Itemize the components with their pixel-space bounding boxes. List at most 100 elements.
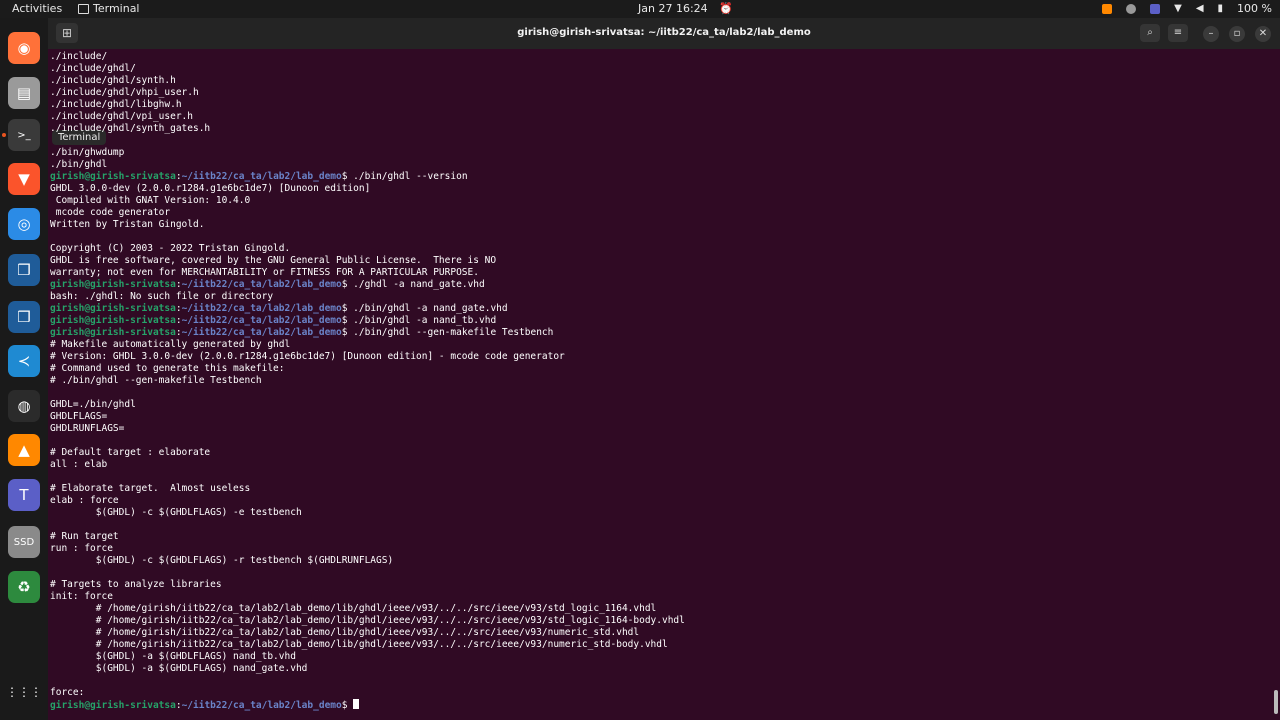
teams-tray-icon[interactable] — [1150, 3, 1161, 14]
maximize-icon: ▫ — [1233, 28, 1241, 39]
output-line: # Makefile automatically generated by gh… — [50, 339, 1272, 351]
show-apps-button[interactable]: ⋮⋮⋮ — [6, 676, 42, 708]
close-icon: ✕ — [1258, 28, 1268, 39]
output-line: ./include/ghdl/synth_gates.h — [50, 123, 1272, 135]
output-line: ./include/ghdl/vpi_user.h — [50, 111, 1272, 123]
clock-label: Jan 27 16:24 — [638, 2, 708, 15]
alarm-icon: ⏰ — [719, 2, 733, 15]
close-button[interactable]: ✕ — [1255, 26, 1271, 42]
system-tray[interactable]: ▼ ◀ ▮ 100 % — [1102, 2, 1272, 15]
output-text: GHDLRUNFLAGS= — [50, 423, 125, 434]
output-text: ./include/ghdl/vpi_user.h — [50, 111, 193, 122]
dock: ◉ ▤ >_ ▼ ◎ ❒ ❒ ≺ ◍ ▲ T SSD ♻ ⋮⋮⋮ — [0, 18, 48, 720]
output-line: # Version: GHDL 3.0.0-dev (2.0.0.r1284.g… — [50, 351, 1272, 363]
dock-vscode-button[interactable]: ≺ — [8, 345, 40, 377]
output-line: # Elaborate target. Almost useless — [50, 483, 1272, 495]
output-text: $(GHDL) -c $(GHDLFLAGS) -r testbench $(G… — [50, 555, 394, 566]
output-line: $(GHDL) -a $(GHDLFLAGS) nand_gate.vhd — [50, 663, 1272, 675]
menu-button[interactable]: ≡ — [1168, 24, 1188, 42]
output-text: # /home/girish/iitb22/ca_ta/lab2/lab_dem… — [50, 639, 668, 650]
output-text: elab : force — [50, 495, 119, 506]
chrome-icon: ◎ — [17, 215, 31, 233]
prompt-path: ~/iitb22/ca_ta/lab2/lab_demo — [181, 700, 342, 711]
output-line: GHDL=./bin/ghdl — [50, 399, 1272, 411]
output-line: GHDL is free software, covered by the GN… — [50, 255, 1272, 267]
output-line: Compiled with GNAT Version: 10.4.0 — [50, 195, 1272, 207]
output-line: # /home/girish/iitb22/ca_ta/lab2/lab_dem… — [50, 639, 1272, 651]
dock-files-button[interactable]: ▤ — [8, 77, 40, 109]
output-line: init: force — [50, 591, 1272, 603]
output-text: Compiled with GNAT Version: 10.4.0 — [50, 195, 251, 206]
dock-teams-button[interactable]: T — [8, 479, 40, 511]
battery-icon: ▮ — [1217, 3, 1224, 14]
dock-terminal-button[interactable]: >_ — [8, 119, 40, 151]
output-line: ./include/ghdl/libghw.h — [50, 99, 1272, 111]
minimize-button[interactable]: – — [1203, 26, 1219, 42]
output-text: # /home/girish/iitb22/ca_ta/lab2/lab_dem… — [50, 615, 685, 626]
output-line: # /home/girish/iitb22/ca_ta/lab2/lab_dem… — [50, 603, 1272, 615]
output-line: mcode code generator — [50, 207, 1272, 219]
dock-virtualbox-2-button[interactable]: ❒ — [8, 301, 40, 333]
output-text: GHDL=./bin/ghdl — [50, 399, 136, 410]
virtualbox-icon: ❒ — [17, 261, 31, 279]
obs-icon: ◍ — [17, 397, 31, 415]
clock[interactable]: Jan 27 16:24 ⏰ — [638, 2, 733, 15]
prompt-path: ~/iitb22/ca_ta/lab2/lab_demo — [181, 315, 342, 326]
output-text: # Default target : elaborate — [50, 447, 211, 458]
output-line: # /home/girish/iitb22/ca_ta/lab2/lab_dem… — [50, 627, 1272, 639]
firefox-icon: ◉ — [17, 39, 31, 57]
output-text: # /home/girish/iitb22/ca_ta/lab2/lab_dem… — [50, 627, 640, 638]
terminal-icon: >_ — [17, 129, 31, 141]
scrollbar[interactable] — [1274, 690, 1278, 714]
chrome-tray-icon[interactable] — [1126, 3, 1137, 14]
dock-virtualbox-button[interactable]: ❒ — [8, 254, 40, 286]
ssd-icon: SSD — [13, 536, 35, 548]
volume-icon: ◀ — [1195, 3, 1204, 14]
output-text: # Makefile automatically generated by gh… — [50, 339, 291, 350]
output-text: # Elaborate target. Almost useless — [50, 483, 251, 494]
output-text: # ./bin/ghdl --gen-makefile Testbench — [50, 375, 262, 386]
terminal-output[interactable]: ./include/./include/ghdl/./include/ghdl/… — [48, 49, 1272, 720]
teams-icon: T — [19, 486, 29, 504]
dock-chrome-button[interactable]: ◎ — [8, 208, 40, 240]
window-title: girish@girish-srivatsa: ~/iitb22/ca_ta/l… — [517, 27, 811, 38]
command-text: $ ./bin/ghdl --gen-makefile Testbench — [341, 327, 554, 338]
maximize-button[interactable]: ▫ — [1229, 26, 1245, 42]
activities-button[interactable]: Activities — [12, 2, 62, 15]
output-text: GHDL is free software, covered by the GN… — [50, 255, 497, 266]
output-text: init: force — [50, 591, 113, 602]
output-text: $(GHDL) -a $(GHDLFLAGS) nand_gate.vhd — [50, 663, 308, 674]
app-menu[interactable]: Terminal — [78, 2, 140, 15]
output-text: ./include/ghdl/ — [50, 63, 136, 74]
output-line: ./include/ghdl/synth.h — [50, 75, 1272, 87]
output-line: # /home/girish/iitb22/ca_ta/lab2/lab_dem… — [50, 615, 1272, 627]
output-text: all : elab — [50, 459, 108, 470]
output-text: GHDLFLAGS= — [50, 411, 108, 422]
vlc-tray-icon[interactable] — [1102, 3, 1113, 14]
prompt-user: girish@girish-srivatsa — [50, 171, 176, 182]
output-text: # /home/girish/iitb22/ca_ta/lab2/lab_dem… — [50, 603, 657, 614]
prompt-line: girish@girish-srivatsa:~/iitb22/ca_ta/la… — [50, 327, 1272, 339]
dock-firefox-button[interactable]: ◉ — [8, 32, 40, 64]
prompt-line: girish@girish-srivatsa:~/iitb22/ca_ta/la… — [50, 699, 1272, 711]
dock-obs-button[interactable]: ◍ — [8, 390, 40, 422]
output-text: Copyright (C) 2003 - 2022 Tristan Gingol… — [50, 243, 291, 254]
dock-brave-button[interactable]: ▼ — [8, 163, 40, 195]
prompt-path: ~/iitb22/ca_ta/lab2/lab_demo — [181, 279, 342, 290]
top-bar: Activities Terminal Jan 27 16:24 ⏰ ▼ ◀ ▮… — [0, 0, 1280, 18]
output-text: Written by Tristan Gingold. — [50, 219, 205, 230]
search-icon: ⌕ — [1147, 27, 1153, 38]
dock-trash-button[interactable]: ♻ — [8, 571, 40, 603]
output-text: # Run target — [50, 531, 119, 542]
running-indicator — [2, 133, 6, 137]
output-line: $(GHDL) -a $(GHDLFLAGS) nand_tb.vhd — [50, 651, 1272, 663]
output-text: # Targets to analyze libraries — [50, 579, 222, 590]
output-text: # Command used to generate this makefile… — [50, 363, 285, 374]
dock-vlc-button[interactable]: ▲ — [8, 434, 40, 466]
dock-ssd-button[interactable]: SSD — [8, 526, 40, 558]
search-button[interactable]: ⌕ — [1140, 24, 1160, 42]
output-text: bash: ./ghdl: No such file or directory — [50, 291, 274, 302]
command-text: $ ./ghdl -a nand_gate.vhd — [341, 279, 485, 290]
